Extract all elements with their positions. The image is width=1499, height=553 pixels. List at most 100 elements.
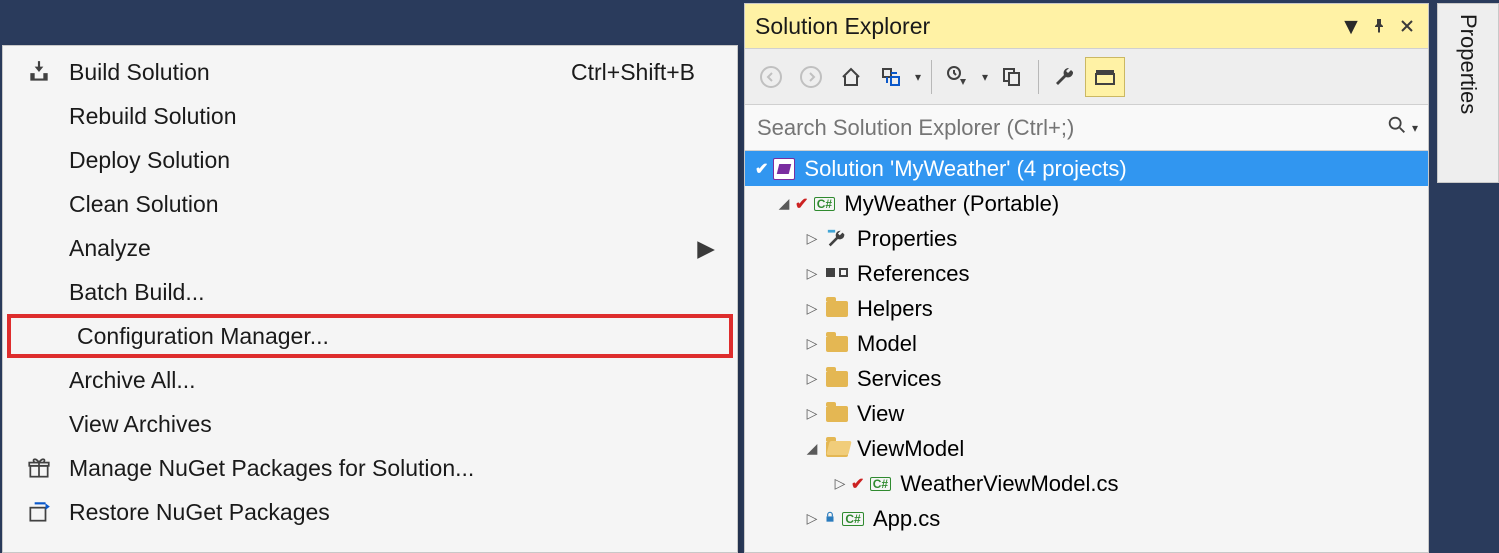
menu-item-deploy-solution[interactable]: Deploy Solution [3,138,737,182]
search-input[interactable] [755,114,1386,142]
csharp-project-icon: C# [810,193,838,215]
menu-label: Rebuild Solution [63,103,695,130]
toolbar-dropdown-icon[interactable]: ▾ [911,70,925,84]
tree-project-node[interactable]: ◢ ✔ C# MyWeather (Portable) [745,186,1428,221]
solution-tree: ✔ Solution 'MyWeather' (4 projects) ◢ ✔ … [745,151,1428,552]
expand-icon[interactable]: ▷ [801,510,823,527]
menu-label: Deploy Solution [63,147,695,174]
check-icon: ✔ [795,194,808,214]
menu-item-clean-solution[interactable]: Clean Solution [3,182,737,226]
menu-label: Analyze [63,235,695,262]
menu-item-configuration-manager[interactable]: Configuration Manager... [7,314,733,358]
menu-label: Clean Solution [63,191,695,218]
expand-icon[interactable]: ▷ [801,335,823,352]
expand-icon[interactable]: ▷ [801,230,823,247]
preview-selected-button[interactable] [1085,57,1125,97]
forward-button[interactable] [791,57,831,97]
solution-explorer-search[interactable]: ▾ [745,105,1428,151]
tree-label: View [857,401,904,427]
properties-tab[interactable]: Properties [1437,3,1499,183]
csharp-file-icon: C# [866,473,894,495]
pin-icon[interactable] [1368,15,1390,37]
tree-label: WeatherViewModel.cs [900,471,1118,497]
sync-active-button[interactable] [871,57,911,97]
folder-open-icon [823,438,851,460]
menu-item-analyze[interactable]: Analyze ▶ [3,226,737,270]
properties-tab-label: Properties [1455,14,1481,114]
expand-icon[interactable]: ▷ [801,370,823,387]
build-context-menu: Build Solution Ctrl+Shift+B Rebuild Solu… [2,45,738,553]
menu-item-build-solution[interactable]: Build Solution Ctrl+Shift+B [3,50,737,94]
expand-icon[interactable]: ▷ [829,475,851,492]
tree-solution-node[interactable]: ✔ Solution 'MyWeather' (4 projects) [745,151,1428,186]
back-button[interactable] [751,57,791,97]
tree-label: References [857,261,970,287]
close-icon[interactable] [1396,15,1418,37]
properties-icon [823,228,851,250]
check-icon: ✔ [755,159,768,179]
window-position-dropdown-icon[interactable]: ▼ [1340,15,1362,37]
tree-label: Solution 'MyWeather' (4 projects) [804,156,1126,182]
build-icon [15,59,63,85]
panel-title: Solution Explorer [755,13,1334,40]
tree-node-folder[interactable]: ▷ Model [745,326,1428,361]
tree-label: Helpers [857,296,933,322]
menu-item-restore-nuget[interactable]: Restore NuGet Packages [3,490,737,534]
tree-label: Model [857,331,917,357]
tree-node-references[interactable]: ▷ References [745,256,1428,291]
csharp-file-icon: C# [839,508,867,530]
show-all-files-button[interactable] [992,57,1032,97]
menu-shortcut: Ctrl+Shift+B [571,59,695,86]
tree-label: App.cs [873,506,940,532]
folder-icon [823,298,851,320]
tree-label: ViewModel [857,436,964,462]
submenu-arrow-icon: ▶ [695,235,715,262]
menu-item-view-archives[interactable]: View Archives [3,402,737,446]
menu-label: View Archives [63,411,695,438]
menu-label: Restore NuGet Packages [63,499,695,526]
check-icon: ✔ [851,474,864,494]
toolbar-dropdown-icon[interactable]: ▾ [978,70,992,84]
tree-node-folder[interactable]: ▷ Helpers [745,291,1428,326]
collapse-icon[interactable]: ◢ [773,195,795,212]
expand-icon[interactable]: ▷ [801,405,823,422]
menu-label: Batch Build... [63,279,695,306]
lock-icon [823,510,837,527]
solution-icon [770,158,798,180]
solution-explorer-titlebar: Solution Explorer ▼ [745,4,1428,48]
folder-icon [823,333,851,355]
tree-label: Services [857,366,941,392]
menu-item-rebuild-solution[interactable]: Rebuild Solution [3,94,737,138]
pending-changes-filter-button[interactable] [938,57,978,97]
expand-icon[interactable]: ▷ [801,265,823,282]
tree-node-file[interactable]: ▷ C# App.cs [745,501,1428,536]
tree-node-properties[interactable]: ▷ Properties [745,221,1428,256]
restore-icon [15,499,63,525]
solution-explorer-panel: Solution Explorer ▼ ▾ ▾ [744,3,1429,553]
menu-label: Archive All... [63,367,695,394]
menu-item-archive-all[interactable]: Archive All... [3,358,737,402]
home-button[interactable] [831,57,871,97]
expand-icon[interactable]: ▷ [801,300,823,317]
references-icon [823,263,851,285]
tree-node-folder[interactable]: ▷ View [745,396,1428,431]
menu-label: Build Solution [63,59,571,86]
tree-label: MyWeather (Portable) [844,191,1059,217]
menu-item-manage-nuget[interactable]: Manage NuGet Packages for Solution... [3,446,737,490]
folder-icon [823,403,851,425]
properties-button[interactable] [1045,57,1085,97]
folder-icon [823,368,851,390]
tree-node-folder[interactable]: ▷ Services [745,361,1428,396]
search-dropdown-icon[interactable]: ▾ [1412,121,1418,135]
menu-item-batch-build[interactable]: Batch Build... [3,270,737,314]
search-icon[interactable] [1386,114,1408,142]
tree-node-file[interactable]: ▷ ✔ C# WeatherViewModel.cs [745,466,1428,501]
toolbar-separator [1038,60,1039,94]
menu-label: Manage NuGet Packages for Solution... [63,455,695,482]
solution-explorer-toolbar: ▾ ▾ [745,48,1428,105]
menu-label: Configuration Manager... [71,323,687,350]
tree-label: Properties [857,226,957,252]
collapse-icon[interactable]: ◢ [801,440,823,457]
gift-icon [15,455,63,481]
tree-node-folder-open[interactable]: ◢ ViewModel [745,431,1428,466]
